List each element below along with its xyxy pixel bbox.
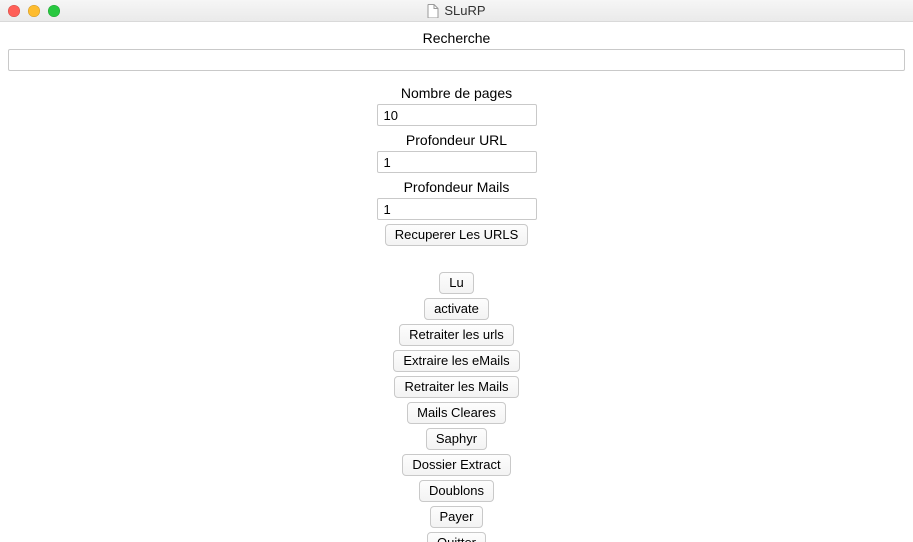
reprocess-mails-button[interactable]: Retraiter les Mails [394, 376, 518, 398]
mail-depth-input[interactable] [377, 198, 537, 220]
pages-label: Nombre de pages [401, 85, 512, 101]
window-titlebar: SLuRP [0, 0, 913, 22]
url-depth-label: Profondeur URL [406, 132, 507, 148]
quit-button[interactable]: Quitter [427, 532, 486, 542]
action-buttons: Lu activate Retraiter les urls Extraire … [393, 270, 519, 542]
fetch-urls-button[interactable]: Recuperer Les URLS [385, 224, 529, 246]
window-title-text: SLuRP [444, 3, 485, 18]
duplicates-button[interactable]: Doublons [419, 480, 494, 502]
folder-extract-button[interactable]: Dossier Extract [402, 454, 510, 476]
zoom-icon[interactable] [48, 5, 60, 17]
search-input[interactable] [8, 49, 905, 71]
activate-button[interactable]: activate [424, 298, 489, 320]
saphyr-button[interactable]: Saphyr [426, 428, 487, 450]
mails-clear-button[interactable]: Mails Cleares [407, 402, 506, 424]
form-block: Nombre de pages Profondeur URL Profondeu… [8, 81, 905, 542]
url-depth-input[interactable] [377, 151, 537, 173]
window-controls [8, 0, 60, 21]
minimize-icon[interactable] [28, 5, 40, 17]
pay-button[interactable]: Payer [430, 506, 484, 528]
close-icon[interactable] [8, 5, 20, 17]
content-area: Recherche Nombre de pages Profondeur URL… [0, 22, 913, 542]
reprocess-urls-button[interactable]: Retraiter les urls [399, 324, 514, 346]
pages-input[interactable] [377, 104, 537, 126]
mail-depth-label: Profondeur Mails [404, 179, 510, 195]
lu-button[interactable]: Lu [439, 272, 473, 294]
window-title: SLuRP [427, 3, 485, 18]
extract-emails-button[interactable]: Extraire les eMails [393, 350, 519, 372]
search-label: Recherche [8, 30, 905, 46]
document-icon [427, 4, 439, 18]
